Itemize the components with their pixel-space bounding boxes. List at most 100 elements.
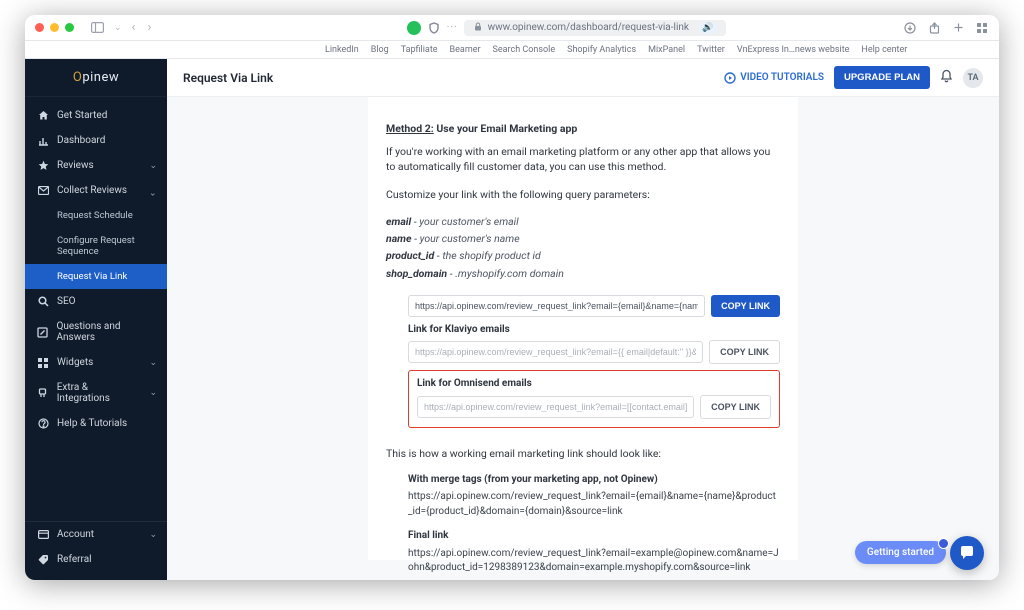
bookmark-bar: LinkedIn Blog Tapfiliate Beamer Search C… — [25, 41, 999, 59]
chevron-down-icon: ⌄ — [149, 358, 157, 368]
browser-titlebar: ⌄ ‹ › ··· www.opinew.com/dashboard/reque… — [25, 15, 999, 41]
new-tab-icon[interactable] — [951, 21, 965, 35]
sidebar-sub-configure-request-sequence[interactable]: Configure Request Sequence — [25, 228, 167, 264]
star-icon — [37, 160, 49, 171]
generic-link-input[interactable] — [408, 295, 705, 317]
chat-icon — [959, 545, 975, 561]
chevron-down-icon[interactable]: ⌄ — [114, 23, 122, 33]
sidebar-item-dashboard[interactable]: Dashboard — [25, 128, 167, 153]
method-number: Method 2: — [386, 122, 434, 135]
sidebar-toggle-icon[interactable] — [90, 21, 104, 35]
sidebar-item-account[interactable]: Account ⌄ — [25, 522, 167, 547]
sidebar-sub-request-schedule[interactable]: Request Schedule — [25, 203, 167, 228]
sidebar-item-label: Referral — [57, 554, 92, 565]
bookmark-item[interactable]: Twitter — [697, 45, 725, 55]
method-heading: Method 2: Use your Email Marketing app — [386, 121, 780, 136]
sidebar-item-help[interactable]: Help & Tutorials — [25, 411, 167, 436]
omnisend-link-input[interactable] — [417, 396, 694, 418]
sidebar-item-referral[interactable]: Referral — [25, 547, 167, 572]
user-avatar[interactable]: TA — [963, 68, 983, 88]
extension-icon-1[interactable] — [407, 21, 421, 35]
sound-icon[interactable]: 🔊 — [699, 22, 716, 34]
sidebar-item-collect-reviews[interactable]: Collect Reviews ⌃ — [25, 178, 167, 203]
sidebar-sub-label: Configure Request Sequence — [57, 235, 157, 257]
param-row: shop_domain - .myshopify.com domain — [386, 266, 780, 281]
chevron-down-icon: ⌄ — [149, 161, 157, 171]
brand-rest: pinew — [82, 70, 119, 85]
sidebar-item-label: Dashboard — [57, 135, 105, 146]
page-title: Request Via Link — [183, 71, 273, 85]
copy-link-button-omnisend[interactable]: COPY LINK — [700, 395, 771, 419]
brand-logo[interactable]: Opinew — [25, 59, 167, 97]
download-icon[interactable] — [903, 21, 917, 35]
bookmark-item[interactable]: Help center — [861, 45, 907, 55]
sidebar-item-seo[interactable]: SEO — [25, 289, 167, 314]
chat-launcher[interactable] — [950, 536, 984, 570]
sidebar-item-widgets[interactable]: Widgets ⌄ — [25, 350, 167, 375]
back-icon[interactable]: ‹ — [132, 20, 136, 35]
sidebar-item-label: Collect Reviews — [57, 185, 127, 196]
query-params-list: email - your customer's email name - you… — [386, 214, 780, 281]
close-window-icon[interactable] — [35, 23, 44, 32]
copy-link-button-klaviyo[interactable]: COPY LINK — [709, 340, 780, 364]
upgrade-plan-button[interactable]: UPGRADE PLAN — [834, 66, 930, 89]
bookmark-item[interactable]: VnExpress In…news website — [737, 45, 850, 55]
final-link-url: https://api.opinew.com/review_request_li… — [408, 547, 780, 576]
bookmark-item[interactable]: Tapfiliate — [401, 45, 438, 55]
grid-icon — [37, 358, 49, 368]
param-row: product_id - the shopify product id — [386, 248, 780, 263]
bookmark-item[interactable]: MixPanel — [648, 45, 685, 55]
klaviyo-link-input[interactable] — [408, 341, 703, 363]
window-controls[interactable] — [35, 23, 74, 32]
search-icon — [37, 296, 49, 307]
envelope-icon — [37, 186, 49, 195]
sidebar-item-label: Reviews — [57, 160, 94, 171]
sidebar-item-get-started[interactable]: Get Started — [25, 103, 167, 128]
minimize-window-icon[interactable] — [50, 23, 59, 32]
plug-icon — [37, 388, 49, 399]
brand-accent-letter: O — [73, 70, 82, 85]
notifications-icon[interactable] — [940, 69, 953, 86]
merge-tags-url: https://api.opinew.com/review_request_li… — [408, 490, 780, 519]
method-title: Use your Email Marketing app — [436, 122, 577, 135]
content-card: Method 2: Use your Email Marketing app I… — [368, 97, 798, 560]
merge-tags-heading: With merge tags (from your marketing app… — [408, 473, 780, 488]
sidebar-item-qa[interactable]: Questions and Answers — [25, 314, 167, 350]
tabs-icon[interactable] — [975, 21, 989, 35]
final-link-heading: Final link — [408, 529, 780, 544]
copy-link-button-generic[interactable]: COPY LINK — [711, 295, 780, 317]
getting-started-pill[interactable]: Getting started — [855, 541, 946, 564]
chevron-down-icon: ⌄ — [149, 530, 157, 540]
bookmark-item[interactable]: Search Console — [493, 45, 556, 55]
sidebar-sub-request-via-link[interactable]: Request Via Link — [25, 264, 167, 289]
chevron-up-icon: ⌃ — [149, 186, 157, 196]
chart-icon — [37, 136, 49, 146]
edit-icon — [37, 327, 48, 338]
sidebar-item-reviews[interactable]: Reviews ⌄ — [25, 153, 167, 178]
video-tutorials-label: VIDEO TUTORIALS — [740, 72, 824, 83]
omnisend-link-row: COPY LINK — [417, 395, 771, 419]
klaviyo-label: Link for Klaviyo emails — [408, 323, 780, 338]
sidebar-item-integrations[interactable]: Extra & Integrations ⌄ — [25, 375, 167, 411]
bookmark-item[interactable]: Beamer — [450, 45, 481, 55]
shield-icon[interactable] — [427, 21, 441, 35]
maximize-window-icon[interactable] — [65, 23, 74, 32]
customize-intro: Customize your link with the following q… — [386, 187, 780, 202]
url-text: www.opinew.com/dashboard/request-via-lin… — [488, 22, 689, 33]
more-icon[interactable]: ··· — [447, 22, 458, 33]
sidebar-item-label: Widgets — [57, 357, 93, 368]
share-icon[interactable] — [927, 21, 941, 35]
klaviyo-link-row: COPY LINK — [408, 340, 780, 364]
sidebar-item-label: Extra & Integrations — [57, 382, 142, 404]
sidebar-item-label: SEO — [57, 296, 76, 307]
video-tutorials-link[interactable]: VIDEO TUTORIALS — [724, 72, 824, 84]
bookmark-item[interactable]: Shopify Analytics — [567, 45, 636, 55]
generic-link-row: COPY LINK — [408, 295, 780, 317]
sidebar-sub-label: Request Schedule — [57, 210, 133, 221]
sidebar-item-label: Get Started — [57, 110, 107, 121]
forward-icon[interactable]: › — [147, 20, 151, 35]
app-topbar: Request Via Link VIDEO TUTORIALS UPGRADE… — [167, 59, 999, 97]
bookmark-item[interactable]: LinkedIn — [325, 45, 359, 55]
bookmark-item[interactable]: Blog — [371, 45, 389, 55]
address-bar[interactable]: www.opinew.com/dashboard/request-via-lin… — [464, 20, 727, 36]
